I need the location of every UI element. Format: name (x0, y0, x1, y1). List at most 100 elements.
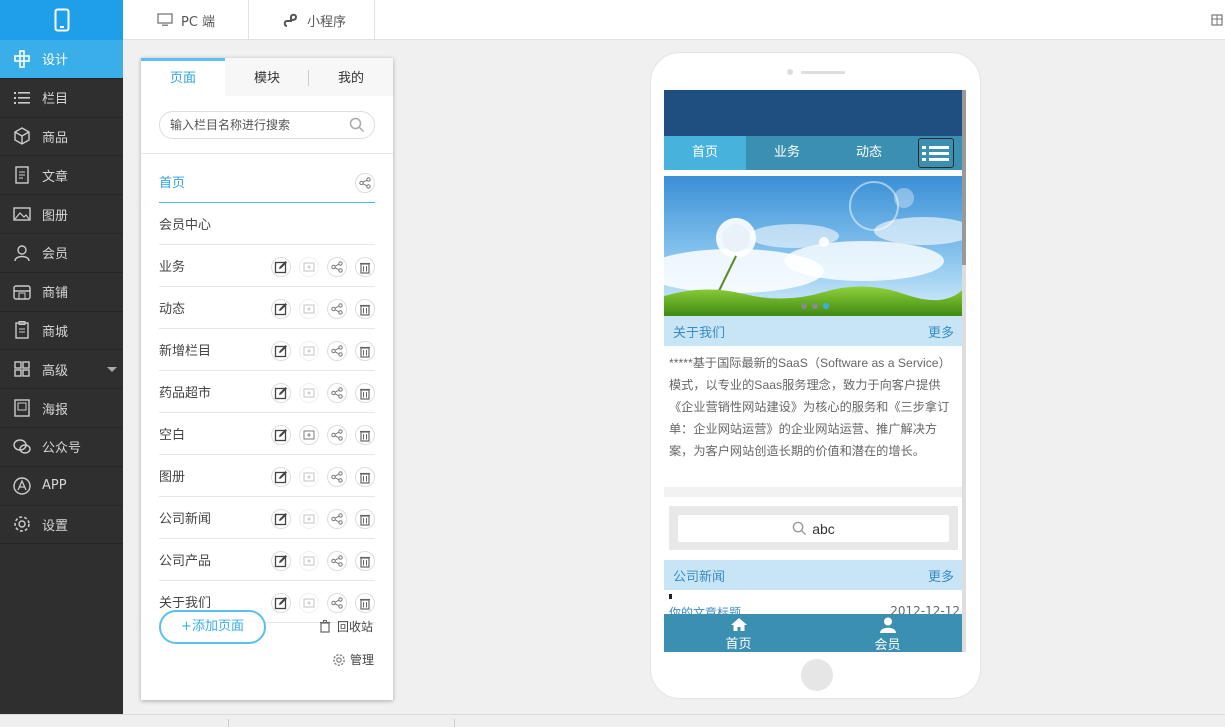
share-button[interactable] (327, 383, 347, 403)
add-module-button[interactable] (299, 593, 319, 613)
page-row[interactable]: 会员中心 (159, 203, 375, 245)
delete-button[interactable] (355, 467, 375, 487)
share-button[interactable] (327, 467, 347, 487)
add-module-button[interactable] (299, 257, 319, 277)
layout-icon[interactable] (1207, 12, 1225, 28)
sidebar-item-products[interactable]: 商品 (0, 118, 123, 157)
app-icon (13, 476, 31, 495)
edit-button[interactable] (271, 257, 291, 277)
sidebar-item-albums[interactable]: 图册 (0, 195, 123, 234)
edit-button[interactable] (271, 383, 291, 403)
delete-button[interactable] (355, 551, 375, 571)
share-button[interactable] (327, 341, 347, 361)
add-module-button[interactable] (299, 425, 319, 445)
share-button[interactable] (327, 593, 347, 613)
site-header[interactable] (664, 90, 962, 136)
site-search-input[interactable]: abc (678, 515, 949, 542)
banner-image[interactable] (664, 176, 962, 316)
page-row[interactable]: 空白 (159, 413, 375, 455)
add-page-button[interactable]: +添加页面 (159, 610, 266, 644)
edit-button[interactable] (271, 341, 291, 361)
site-nav-item-news[interactable]: 动态 (828, 136, 910, 170)
page-row[interactable]: 药品超市 (159, 371, 375, 413)
mobile-phone-icon (54, 8, 69, 32)
sidebar-item-columns[interactable]: 栏目 (0, 79, 123, 118)
about-more-link[interactable]: 更多 (928, 322, 954, 341)
add-module-button[interactable] (299, 467, 319, 487)
footer-item-member[interactable]: 会员 (813, 614, 962, 652)
page-row[interactable]: 图册 (159, 455, 375, 497)
mobile-mode-button[interactable] (0, 0, 123, 40)
share-button[interactable] (355, 173, 375, 193)
page-row[interactable]: 动态 (159, 287, 375, 329)
delete-button[interactable] (355, 257, 375, 277)
share-button[interactable] (327, 299, 347, 319)
site-nav-item-home[interactable]: 首页 (664, 136, 746, 170)
phone-scrollbar[interactable] (962, 90, 966, 652)
delete-button[interactable] (355, 341, 375, 361)
delete-button[interactable] (355, 509, 375, 529)
share-icon (331, 471, 343, 483)
trash-icon (360, 346, 370, 358)
footer-item-home[interactable]: 首页 (664, 614, 813, 652)
share-button[interactable] (327, 257, 347, 277)
edit-button[interactable] (271, 509, 291, 529)
sidebar-item-app[interactable]: APP (0, 467, 123, 506)
sidebar-item-posters[interactable]: 海报 (0, 389, 123, 428)
page-row[interactable]: 公司新闻 (159, 497, 375, 539)
delete-button[interactable] (355, 299, 375, 319)
page-row[interactable]: 业务 (159, 245, 375, 287)
sidebar-item-settings[interactable]: 设置 (0, 506, 123, 545)
share-button[interactable] (327, 551, 347, 571)
share-button[interactable] (327, 509, 347, 529)
manage-button[interactable]: 管理 (332, 651, 374, 668)
page-search-input[interactable] (170, 118, 340, 132)
share-button[interactable] (327, 425, 347, 445)
mini-program-tab[interactable]: 小程序 (249, 0, 375, 40)
sidebar-item-advanced[interactable]: 高级 (0, 350, 123, 390)
add-module-button[interactable] (299, 509, 319, 529)
add-module-button[interactable] (299, 341, 319, 361)
search-icon[interactable] (349, 117, 365, 133)
site-nav-item-business[interactable]: 业务 (746, 136, 828, 170)
phone-scrollbar-thumb[interactable] (962, 90, 966, 265)
page-row-actions (347, 173, 375, 193)
tab-pages[interactable]: 页面 (141, 58, 225, 96)
add-module-button[interactable] (299, 551, 319, 571)
menu-icon[interactable] (918, 138, 954, 168)
delete-button[interactable] (355, 383, 375, 403)
delete-button[interactable] (355, 425, 375, 445)
trash-icon (360, 430, 370, 442)
page-row[interactable]: 新增栏目 (159, 329, 375, 371)
divider (228, 719, 229, 727)
recycle-bin-button[interactable]: 回收站 (319, 618, 373, 635)
sidebar-item-design[interactable]: 设计 (0, 40, 123, 79)
page-row[interactable]: 首页 (159, 161, 375, 203)
sidebar-item-official-account[interactable]: 公众号 (0, 428, 123, 467)
sidebar-item-shops[interactable]: 商铺 (0, 273, 123, 312)
tab-mine[interactable]: 我的 (309, 58, 393, 96)
edit-button[interactable] (271, 425, 291, 445)
edit-button[interactable] (271, 299, 291, 319)
edit-button[interactable] (271, 593, 291, 613)
news-more-link[interactable]: 更多 (928, 566, 954, 585)
edit-icon (274, 597, 287, 610)
tab-modules[interactable]: 模块 (225, 58, 309, 96)
poster-icon (14, 399, 30, 417)
sidebar-item-articles[interactable]: 文章 (0, 156, 123, 196)
pc-tab[interactable]: PC 端 (123, 0, 249, 40)
add-module-icon (303, 388, 315, 398)
sidebar-item-label: 图册 (42, 208, 69, 224)
add-module-button[interactable] (299, 299, 319, 319)
divider (141, 153, 393, 154)
design-icon (14, 50, 30, 68)
user-icon (879, 617, 896, 633)
delete-button[interactable] (355, 593, 375, 613)
sidebar-item-members[interactable]: 会员 (0, 234, 123, 273)
edit-button[interactable] (271, 551, 291, 571)
sidebar-item-mall[interactable]: 商城 (0, 312, 123, 351)
edit-button[interactable] (271, 467, 291, 487)
page-row-actions (263, 341, 375, 361)
page-row[interactable]: 公司产品 (159, 539, 375, 581)
add-module-button[interactable] (299, 383, 319, 403)
